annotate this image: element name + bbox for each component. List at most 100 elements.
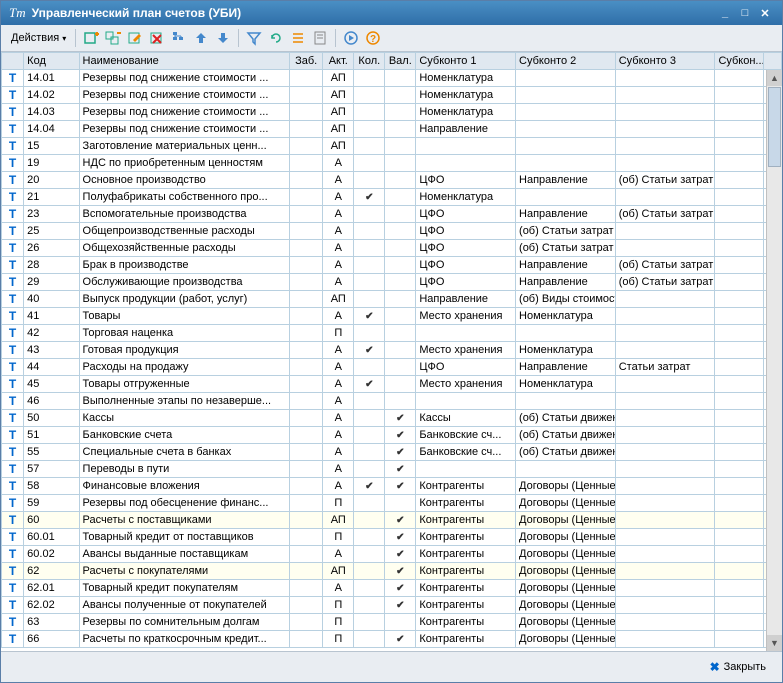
account-icon: Т: [9, 88, 16, 102]
cell-sub1: ЦФО: [416, 223, 516, 240]
table-row[interactable]: Т60Расчеты с поставщикамиАПКонтрагентыДо…: [2, 512, 782, 529]
list-icon[interactable]: [288, 28, 308, 48]
close-button[interactable]: ✖ Закрыть: [702, 657, 774, 677]
table-row[interactable]: Т29Обслуживающие производстваАЦФОНаправл…: [2, 274, 782, 291]
table-row[interactable]: Т21Полуфабрикаты собственного про...АНом…: [2, 189, 782, 206]
table-row[interactable]: Т57Переводы в путиА: [2, 461, 782, 478]
table-row[interactable]: Т15Заготовление материальных ценн...АП: [2, 138, 782, 155]
table-row[interactable]: Т63Резервы по сомнительным долгамПКонтра…: [2, 614, 782, 631]
cell-name: Авансы полученные от покупателей: [79, 597, 290, 614]
col-sub4[interactable]: Субкон...: [715, 53, 764, 70]
cell-sub2: (об) Статьи затрат: [516, 223, 616, 240]
refresh-icon[interactable]: [266, 28, 286, 48]
cell-kol: [354, 155, 385, 172]
table-row[interactable]: Т14.03Резервы под снижение стоимости ...…: [2, 104, 782, 121]
col-icon[interactable]: [2, 53, 24, 70]
table-row[interactable]: Т62Расчеты с покупателямиАПКонтрагентыДо…: [2, 563, 782, 580]
move-down-icon[interactable]: [213, 28, 233, 48]
table-row[interactable]: Т62.02Авансы полученные от покупателейПК…: [2, 597, 782, 614]
table-row[interactable]: Т14.02Резервы под снижение стоимости ...…: [2, 87, 782, 104]
table-row[interactable]: Т28Брак в производствеАЦФОНаправление(об…: [2, 257, 782, 274]
table-row[interactable]: Т42Торговая наценкаП: [2, 325, 782, 342]
table-row[interactable]: Т60.02Авансы выданные поставщикамАКонтра…: [2, 546, 782, 563]
hierarchy-icon[interactable]: [169, 28, 189, 48]
account-icon: Т: [9, 309, 16, 323]
add-icon[interactable]: [81, 28, 101, 48]
col-sub3[interactable]: Субконто 3: [615, 53, 715, 70]
scroll-up-icon[interactable]: ▲: [767, 70, 782, 86]
table-row[interactable]: Т40Выпуск продукции (работ, услуг)АПНапр…: [2, 291, 782, 308]
table-row[interactable]: Т41ТоварыАМесто храненияНоменклатура: [2, 308, 782, 325]
table-row[interactable]: Т20Основное производствоАЦФОНаправление(…: [2, 172, 782, 189]
report-icon[interactable]: [310, 28, 330, 48]
cell-val: [385, 189, 416, 206]
col-sub1[interactable]: Субконто 1: [416, 53, 516, 70]
cell-kol: [354, 376, 385, 393]
col-val[interactable]: Вал.: [385, 53, 416, 70]
account-icon: Т: [9, 241, 16, 255]
cell-sub1: ЦФО: [416, 206, 516, 223]
table-row[interactable]: Т14.04Резервы под снижение стоимости ...…: [2, 121, 782, 138]
table-row[interactable]: Т44Расходы на продажуАЦФОНаправлениеСтат…: [2, 359, 782, 376]
move-up-icon[interactable]: [191, 28, 211, 48]
table-row[interactable]: Т62.01Товарный кредит покупателямАКонтра…: [2, 580, 782, 597]
help-icon[interactable]: ?: [363, 28, 383, 48]
cell-code: 44: [24, 359, 79, 376]
cell-zab: [290, 155, 323, 172]
table-row[interactable]: Т60.01Товарный кредит от поставщиковПКон…: [2, 529, 782, 546]
cell-kol: [354, 257, 385, 274]
cell-sub2: [516, 461, 616, 478]
maximize-button[interactable]: □: [736, 5, 754, 21]
cell-sub2: (об) Статьи движен...: [516, 444, 616, 461]
table-row[interactable]: Т46Выполненные этапы по незаверше...А: [2, 393, 782, 410]
delete-icon[interactable]: [147, 28, 167, 48]
add-child-icon[interactable]: [103, 28, 123, 48]
table-row[interactable]: Т55Специальные счета в банкахАБанковские…: [2, 444, 782, 461]
cell-val: [385, 512, 416, 529]
cell-sub2: Договоры (Ценные ...: [516, 529, 616, 546]
cell-val: [385, 631, 416, 648]
col-sub2[interactable]: Субконто 2: [516, 53, 616, 70]
cell-code: 19: [24, 155, 79, 172]
table-row[interactable]: Т14.01Резервы под снижение стоимости ...…: [2, 70, 782, 87]
cell-code: 50: [24, 410, 79, 427]
col-zab[interactable]: Заб.: [290, 53, 323, 70]
col-code[interactable]: Код: [24, 53, 79, 70]
table-row[interactable]: Т26Общехозяйственные расходыАЦФО(об) Ста…: [2, 240, 782, 257]
table-row[interactable]: Т58Финансовые вложенияАКонтрагентыДогово…: [2, 478, 782, 495]
cell-sub4: [715, 291, 764, 308]
table-row[interactable]: Т59Резервы под обесценение финанс...ПКон…: [2, 495, 782, 512]
filter-icon[interactable]: [244, 28, 264, 48]
cell-akt: А: [323, 155, 354, 172]
edit-icon[interactable]: [125, 28, 145, 48]
table-row[interactable]: Т19НДС по приобретенным ценностямА: [2, 155, 782, 172]
col-name[interactable]: Наименование: [79, 53, 290, 70]
cell-sub3: [615, 427, 715, 444]
table-row[interactable]: Т51Банковские счетаАБанковские сч...(об)…: [2, 427, 782, 444]
table-row[interactable]: Т25Общепроизводственные расходыАЦФО(об) …: [2, 223, 782, 240]
cell-akt: А: [323, 580, 354, 597]
col-akt[interactable]: Акт.: [323, 53, 354, 70]
cell-sub4: [715, 427, 764, 444]
scroll-down-icon[interactable]: ▼: [767, 635, 782, 651]
cell-val: [385, 87, 416, 104]
cell-sub1: Контрагенты: [416, 546, 516, 563]
col-kol[interactable]: Кол.: [354, 53, 385, 70]
go-icon[interactable]: [341, 28, 361, 48]
table-row[interactable]: Т50КассыАКассы(об) Статьи движен...: [2, 410, 782, 427]
table-row[interactable]: Т66Расчеты по краткосрочным кредит...ПКо…: [2, 631, 782, 648]
close-window-button[interactable]: ✕: [756, 5, 774, 21]
table-row[interactable]: Т43Готовая продукцияАМесто храненияНомен…: [2, 342, 782, 359]
table-row[interactable]: Т23Вспомогательные производстваАЦФОНапра…: [2, 206, 782, 223]
cell-sub4: [715, 597, 764, 614]
cell-val: [385, 138, 416, 155]
titlebar[interactable]: Tт Управленческий план счетов (УБИ) _ □ …: [1, 1, 782, 25]
actions-menu[interactable]: Действия: [7, 30, 70, 46]
vertical-scrollbar[interactable]: ▲ ▼: [766, 70, 782, 651]
table-row[interactable]: Т45Товары отгруженныеАМесто храненияНоме…: [2, 376, 782, 393]
cell-sub1: Направление: [416, 121, 516, 138]
accounts-table[interactable]: Код Наименование Заб. Акт. Кол. Вал. Суб…: [1, 52, 782, 648]
scroll-thumb[interactable]: [768, 87, 781, 167]
minimize-button[interactable]: _: [716, 5, 734, 21]
cell-akt: АП: [323, 104, 354, 121]
